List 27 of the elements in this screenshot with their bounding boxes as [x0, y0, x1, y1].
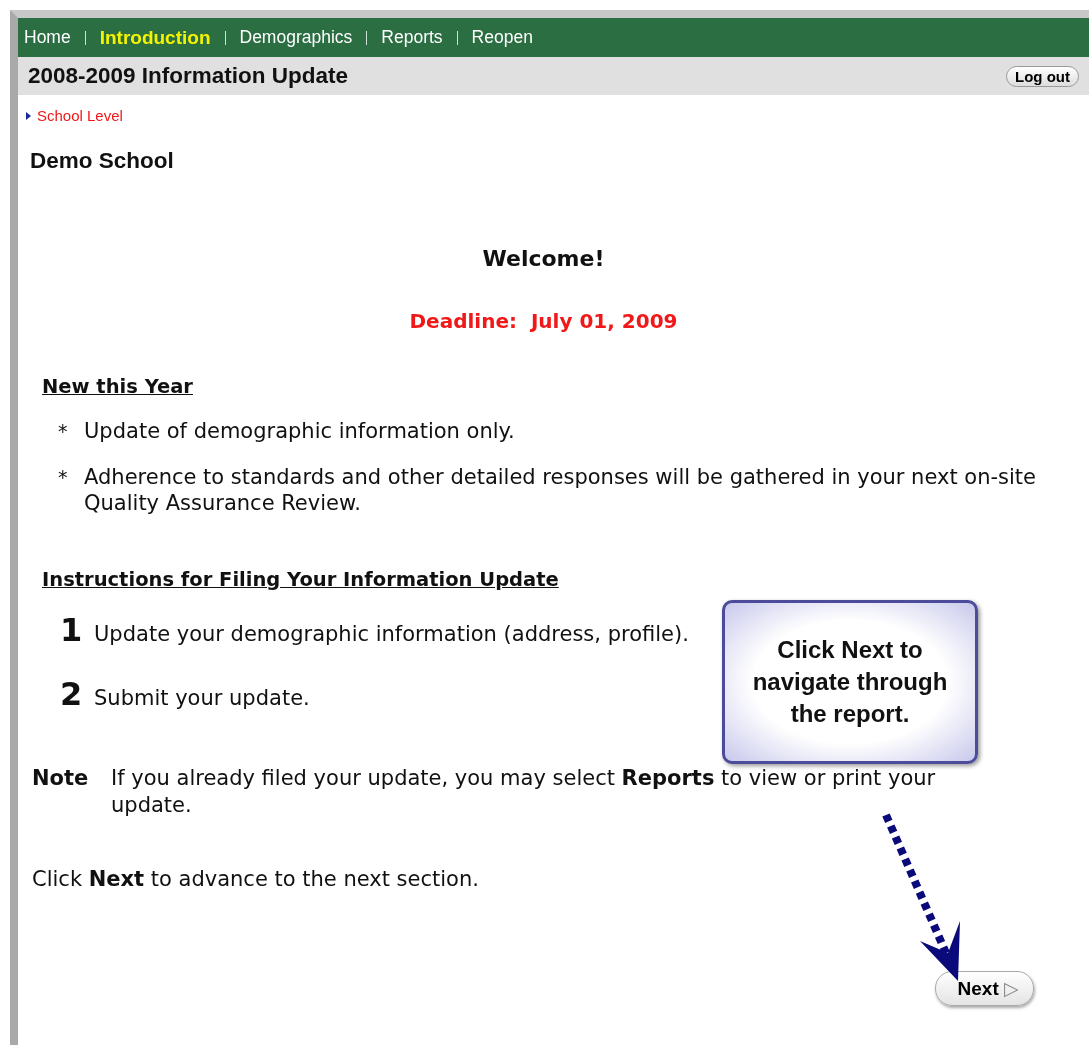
nav-link[interactable]: Reopen [471, 27, 533, 48]
deadline-text: Deadline: July 01, 2009 [408, 309, 679, 333]
nav-link[interactable]: Reports [381, 27, 443, 48]
logout-button[interactable]: Log out [1006, 65, 1079, 87]
school-name: Demo School [29, 147, 175, 174]
note-label: Note [32, 765, 90, 792]
note-text: If you already filed your update, you may select Reports to view or print your update. [111, 765, 937, 819]
step-text: Submit your update. [94, 686, 310, 710]
section-heading: New this Year [42, 375, 194, 398]
triangle-icon [26, 111, 31, 120]
nav-link[interactable]: Demographics [239, 27, 353, 48]
next-button[interactable]: Next ▷ [934, 971, 1034, 1006]
instruction-text: Click Next to advance to the next section. [32, 867, 480, 891]
bullet-mark: * [58, 465, 69, 490]
step-number: 2 [60, 675, 84, 713]
bullet-mark: * [58, 419, 69, 444]
list-item-text: Update of demographic information only. [84, 418, 515, 444]
step-number: 1 [60, 611, 84, 649]
nav-link[interactable]: Home [24, 27, 71, 48]
section-heading: Instructions for Filing Your Information Update [42, 568, 560, 591]
welcome-heading: Welcome! [481, 246, 606, 271]
callout-text: Click Next to navigate through the report. [751, 635, 949, 729]
list-item-text: Adherence to standards and other detailed responses will be gathered in your next on-site Quality Assurance Review. [84, 464, 1037, 516]
step-text: Update your demographic information (address, profile). [94, 622, 689, 646]
page-title: 2008-2009 Information Update [28, 63, 349, 89]
breadcrumb-link[interactable]: School Level [37, 107, 123, 124]
nav-link[interactable]: Introduction [99, 26, 211, 49]
